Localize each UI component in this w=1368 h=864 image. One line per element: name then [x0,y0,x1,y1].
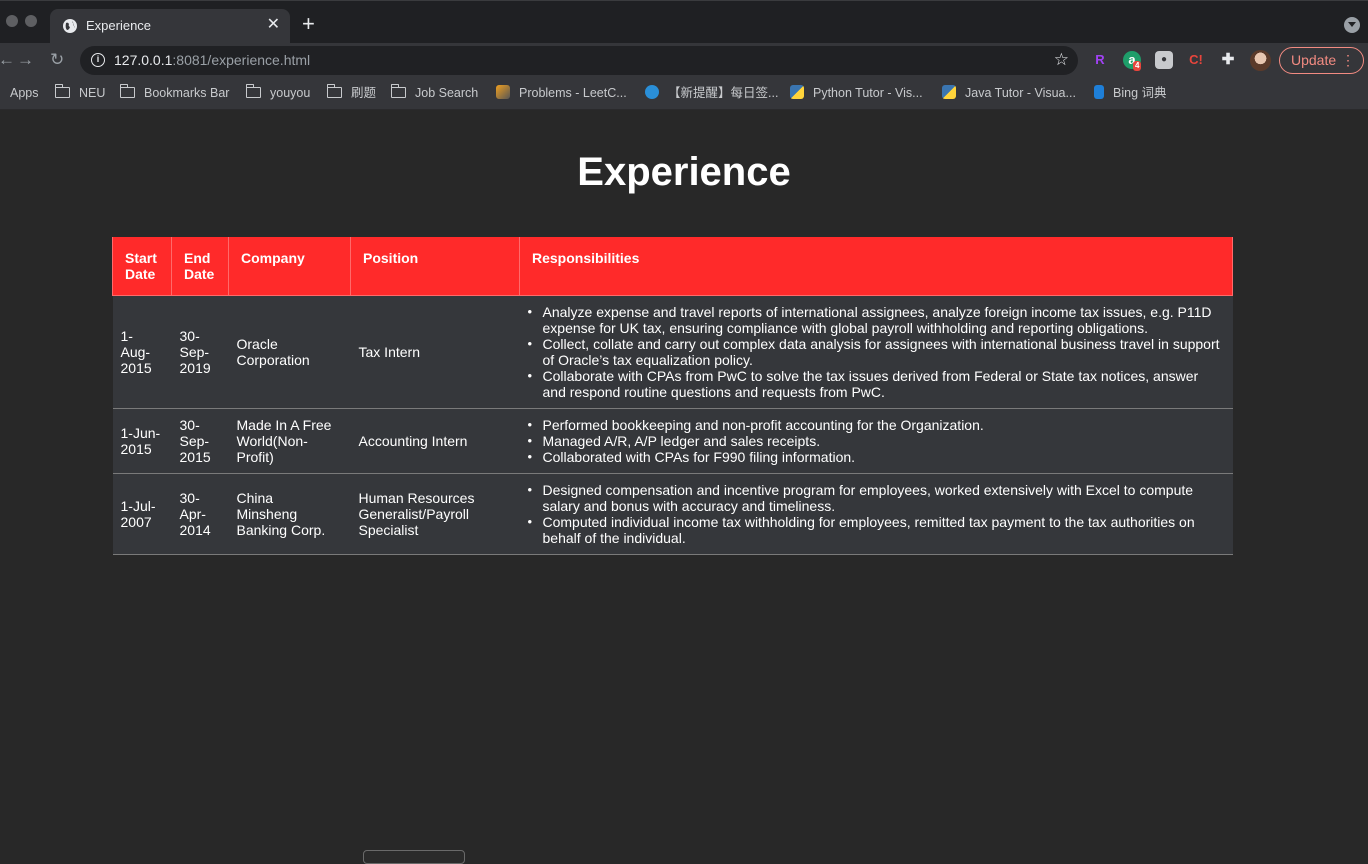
bing-icon [1094,85,1104,99]
cell-responsibilities: Analyze expense and travel reports of in… [519,295,1233,409]
responsibility-item: Designed compensation and incentive prog… [528,482,1225,514]
update-button[interactable]: Update ⋮ [1279,47,1364,74]
bookmark-java-tutor[interactable]: Java Tutor - Visua... [942,84,1076,102]
browser-toolbar: ← → ↻ i 127.0.0.1:8081/experience.html ☆… [0,43,1368,78]
bookmark-daily-checkin[interactable]: 【新提醒】每日签... [645,84,778,102]
cell-end-date: 30- Apr- 2014 [171,473,229,555]
bottom-popup [363,850,465,864]
cell-company: China Minsheng Banking Corp. [228,473,351,555]
address-bar[interactable]: i 127.0.0.1:8081/experience.html ☆ [80,46,1078,75]
extension-a-icon[interactable]: a4 [1123,51,1142,71]
cell-company: Oracle Corporation [228,295,351,409]
tab-experience[interactable]: Experience ✕ [50,9,290,45]
cell-start-date: 1-Jul- 2007 [112,473,172,555]
header-end-date: End Date [171,237,229,296]
bookmark-leetcode[interactable]: Problems - LeetC... [496,84,627,102]
responsibility-item: Computed individual income tax withholdi… [528,514,1225,546]
responsibility-item: Performed bookkeeping and non-profit acc… [528,417,1225,433]
bookmark-python-tutor[interactable]: Python Tutor - Vis... [790,84,923,102]
bookmark-bing-dict[interactable]: Bing 词典 [1094,84,1167,102]
responsibility-item: Collaborated with CPAs for F990 filing i… [528,449,1225,465]
bookmark-apps[interactable]: Apps [10,84,39,102]
header-company: Company [228,237,351,296]
cell-position: Tax Intern [350,295,520,409]
window-minimize-button[interactable] [25,15,37,27]
cell-position: Accounting Intern [350,408,520,474]
reload-icon[interactable]: ↻ [50,49,64,71]
bookmark-folder-neu[interactable]: NEU [54,84,105,102]
table-row: 1-Jul- 2007 30- Apr- 2014 China Minsheng Bankin… [112,473,1233,555]
bookmarks-bar: Apps NEU Bookmarks Bar youyou 刷题 Job Sea… [0,78,1368,110]
tab-search-icon[interactable] [1344,17,1360,33]
table-row: 1- Aug- 2015 30- Sep- 2019 Oracle Corporation Ta… [112,295,1233,409]
table-row: 1-Jun- 2015 30- Sep- 2015 Made In A Free World… [112,408,1233,474]
experience-table: Start Date End Date Company Position Respo… [112,237,1233,555]
extension-c-icon[interactable]: C! [1187,51,1205,69]
tab-title: Experience [86,18,152,33]
folder-icon [326,84,342,98]
globe-icon [63,19,77,33]
folder-icon [54,84,70,98]
cell-responsibilities: Designed compensation and incentive prog… [519,473,1233,555]
page-content: Experience Start Date End Date Company Pos… [0,110,1368,860]
responsibility-item: Analyze expense and travel reports of in… [528,304,1225,336]
responsibility-item: Collaborate with CPAs from PwC to solve … [528,368,1225,400]
table-body: 1- Aug- 2015 30- Sep- 2019 Oracle Corporation Ta… [112,295,1233,555]
tab-close-icon[interactable]: ✕ [267,15,280,35]
tab-strip: Experience ✕ + [0,0,1368,45]
url-text[interactable]: 127.0.0.1:8081/experience.html [114,52,310,68]
new-tab-button[interactable]: + [302,13,315,35]
folder-icon [119,84,135,98]
cell-end-date: 30- Sep- 2019 [171,295,229,409]
cell-end-date: 30- Sep- 2015 [171,408,229,474]
page-title: Experience [577,150,791,194]
puzzle-icon[interactable]: ✚ [1219,51,1237,69]
extension-r-icon[interactable]: R [1091,51,1109,69]
python-icon [942,85,956,99]
site-info-icon[interactable]: i [91,53,105,67]
site-icon [645,85,659,99]
bookmark-folder-youyou[interactable]: youyou [245,84,310,102]
bookmark-folder-bookmarks-bar[interactable]: Bookmarks Bar [119,84,229,102]
cell-start-date: 1-Jun- 2015 [112,408,172,474]
responsibility-item: Collect, collate and carry out complex d… [528,336,1225,368]
cell-responsibilities: Performed bookkeeping and non-profit acc… [519,408,1233,474]
back-arrow-icon[interactable]: ← [0,49,15,71]
responsibility-item: Managed A/R, A/P ledger and sales receip… [528,433,1225,449]
header-position: Position [350,237,520,296]
table-header-row: Start Date End Date Company Position Respo… [112,237,1233,296]
update-label: Update [1291,52,1337,68]
extension-badge: 4 [1133,61,1142,71]
header-responsibilities: Responsibilities [519,237,1233,296]
folder-icon [390,84,406,98]
window-close-button[interactable] [6,15,18,27]
leetcode-icon [496,85,510,99]
folder-icon [245,84,261,98]
python-icon [790,85,804,99]
cell-company: Made In A Free World(Non- Profit) [228,408,351,474]
cell-start-date: 1- Aug- 2015 [112,295,172,409]
bookmark-star-icon[interactable]: ☆ [1054,50,1069,70]
profile-avatar[interactable] [1250,50,1271,71]
header-start-date: Start Date [112,237,172,296]
cell-position: Human Resources Generalist/Payroll Special… [350,473,520,555]
bookmark-folder-job-search[interactable]: Job Search [390,84,478,102]
menu-dots-icon[interactable]: ⋮ [1341,48,1355,73]
bookmark-folder-shuati[interactable]: 刷题 [326,84,376,102]
forward-arrow-icon[interactable]: → [17,49,34,71]
extension-screenshot-icon[interactable]: ● [1155,51,1173,69]
